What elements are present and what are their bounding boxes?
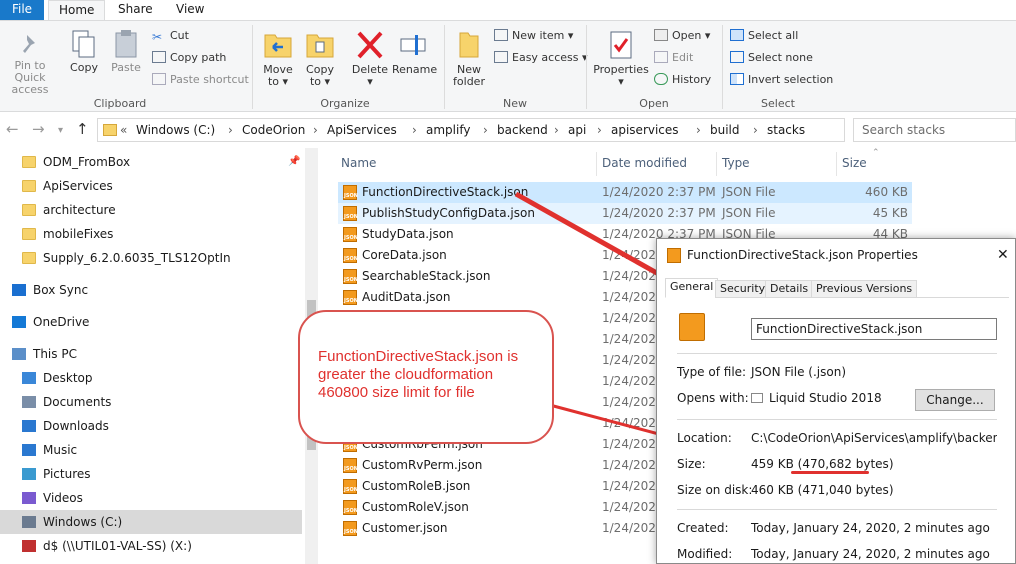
properties-dialog: FunctionDirectiveStack.json Properties ✕… bbox=[656, 238, 1016, 564]
modified-label: Modified: bbox=[677, 547, 733, 561]
dialog-title: FunctionDirectiveStack.json Properties bbox=[687, 248, 918, 262]
tab-security[interactable]: Security bbox=[715, 280, 771, 298]
type-label: Type of file: bbox=[677, 365, 747, 379]
tab-general[interactable]: General bbox=[665, 278, 719, 298]
size-underline bbox=[791, 471, 869, 474]
json-file-icon bbox=[667, 248, 681, 263]
change-button[interactable]: Change... bbox=[915, 389, 995, 411]
location-value: C:\CodeOrion\ApiServices\amplify\backend… bbox=[751, 431, 997, 445]
type-value: JSON File (.json) bbox=[751, 365, 846, 379]
opens-with-value: Liquid Studio 2018 bbox=[769, 391, 882, 405]
tab-previous-versions[interactable]: Previous Versions bbox=[811, 280, 918, 298]
divider bbox=[677, 353, 997, 354]
size-on-disk-label: Size on disk: bbox=[677, 483, 753, 497]
created-label: Created: bbox=[677, 521, 729, 535]
created-value: Today, January 24, 2020, 2 minutes ago bbox=[751, 521, 990, 535]
liquid-studio-icon bbox=[751, 393, 763, 403]
size-on-disk-value: 460 KB (471,040 bytes) bbox=[751, 483, 894, 497]
modified-value: Today, January 24, 2020, 2 minutes ago bbox=[751, 547, 990, 561]
filename-value: FunctionDirectiveStack.json bbox=[756, 322, 923, 336]
location-label: Location: bbox=[677, 431, 732, 445]
tab-details[interactable]: Details bbox=[765, 280, 814, 298]
size-value: 459 KB (470,682 bytes) bbox=[751, 457, 894, 471]
size-label: Size: bbox=[677, 457, 706, 471]
annotation-text: FunctionDirectiveStack.json is greater t… bbox=[318, 348, 519, 401]
json-file-large-icon bbox=[679, 313, 705, 341]
divider bbox=[677, 509, 997, 510]
divider bbox=[677, 419, 997, 420]
opens-with-label: Opens with: bbox=[677, 391, 749, 405]
close-icon[interactable]: ✕ bbox=[997, 247, 1009, 263]
filename-field[interactable]: FunctionDirectiveStack.json bbox=[751, 318, 997, 340]
annotation-callout: FunctionDirectiveStack.json is greater t… bbox=[298, 310, 554, 444]
